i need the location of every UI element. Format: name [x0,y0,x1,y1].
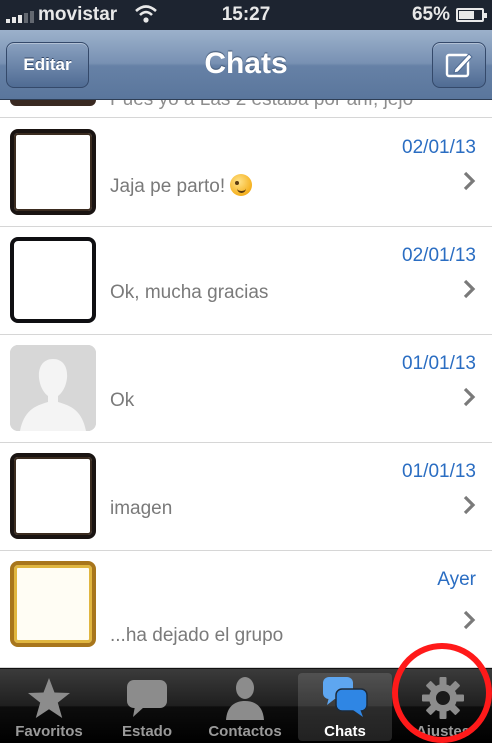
tab-contactos[interactable]: Contactos [196,669,294,743]
chat-row[interactable]: 01/01/13 imagen [0,443,492,551]
tab-chats[interactable]: Chats [298,673,392,741]
battery-icon [456,8,487,22]
tab-label: Estado [121,723,172,740]
tab-estado[interactable]: Estado [98,669,196,743]
avatar [10,129,96,215]
chat-preview: Jaja pe parto! [110,174,253,198]
chat-date: 01/01/13 [402,353,476,374]
tab-label: Chats [324,723,366,740]
chevron-right-icon [463,610,476,630]
status-bar: movistar 15:27 65% [0,0,492,30]
wink-emoji-icon [230,174,253,196]
chat-date: 02/01/13 [402,137,476,158]
avatar [10,100,96,106]
star-icon [28,678,70,718]
chat-preview: ...ha dejado el grupo [110,625,284,646]
chat-preview: Ok [110,390,135,411]
highlight-circle [392,643,492,743]
avatar [10,561,96,647]
page-title: Chats [204,47,288,80]
tab-label: Favoritos [15,723,83,740]
person-icon [226,677,264,720]
chat-preview: Pues yo a Las 2 estaba por ahí, jejo [110,100,413,111]
list-item-partial[interactable]: Pues yo a Las 2 estaba por ahí, jejo [0,100,492,118]
navigation-bar: Editar Chats [0,30,492,100]
avatar [10,237,96,323]
avatar [10,453,96,539]
default-avatar-icon [10,345,96,431]
chevron-right-icon [463,495,476,515]
compose-icon [445,53,473,78]
battery-percentage: 65% [411,4,450,25]
chats-icon [323,677,368,717]
chat-date: Ayer [437,569,476,590]
chevron-right-icon [463,171,476,191]
chat-list[interactable]: Pues yo a Las 2 estaba por ahí, jejo 02/… [0,100,492,668]
chevron-right-icon [463,387,476,407]
chat-row[interactable]: 02/01/13 Ok, mucha gracias [0,227,492,335]
compose-button[interactable] [432,42,486,88]
chat-date: 01/01/13 [402,461,476,482]
chat-preview: Ok, mucha gracias [110,282,269,303]
tab-label: Contactos [208,723,282,740]
tab-favoritos[interactable]: Favoritos [0,669,98,743]
chat-date: 02/01/13 [402,245,476,266]
chat-preview: imagen [110,498,173,519]
speech-bubble-icon [127,680,167,717]
chat-row[interactable]: 01/01/13 Ok [0,335,492,443]
chevron-right-icon [463,279,476,299]
chat-row[interactable]: 02/01/13 Jaja pe parto! [0,119,492,227]
